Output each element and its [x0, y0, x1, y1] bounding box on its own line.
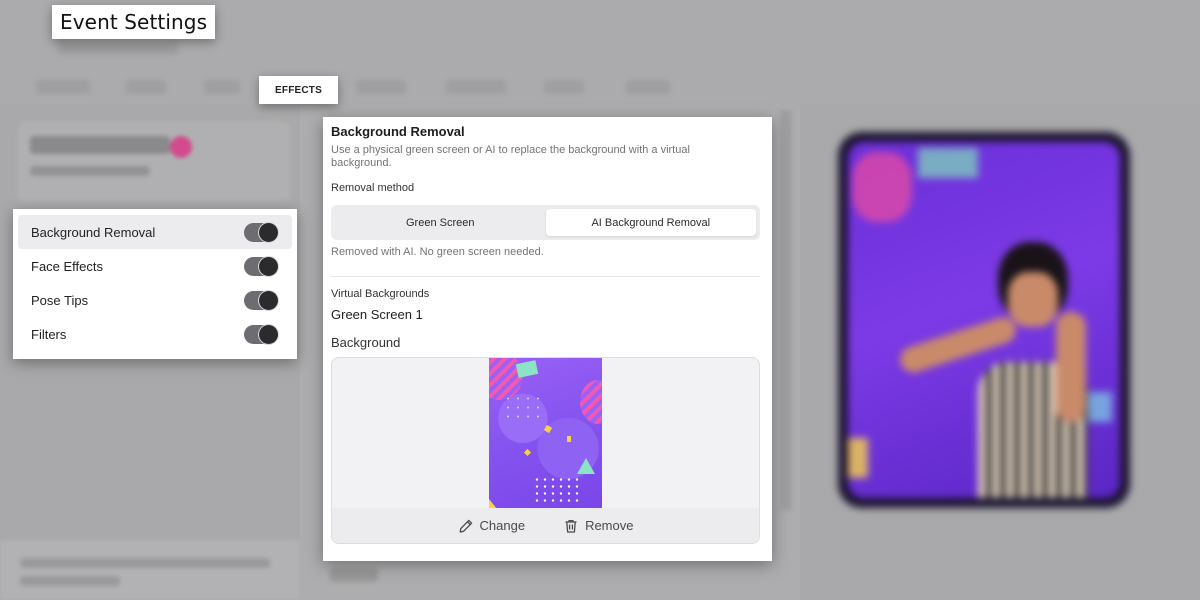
- effect-label: Filters: [31, 326, 67, 342]
- effect-label: Pose Tips: [31, 292, 89, 308]
- change-label: Change: [479, 518, 526, 533]
- removal-method-selector: Green Screen AI Background Removal: [331, 205, 760, 240]
- background-thumbnail: [489, 358, 602, 509]
- tab-placeholder: [36, 80, 90, 94]
- change-button[interactable]: Change: [458, 518, 526, 534]
- method-ai-background-removal[interactable]: AI Background Removal: [545, 209, 756, 236]
- removal-method-label: Removal method: [331, 182, 415, 194]
- page-title: Event Settings: [60, 10, 208, 34]
- divider: [331, 276, 760, 277]
- tab-placeholder: [626, 80, 670, 94]
- tab-placeholder: [446, 80, 506, 94]
- effect-row-filters[interactable]: Filters: [18, 317, 292, 351]
- background-removal-panel: Background Removal Use a physical green …: [323, 117, 772, 561]
- preview-person: [888, 222, 1098, 498]
- left-footer: [0, 540, 300, 600]
- effect-row-background-removal[interactable]: Background Removal: [18, 215, 292, 249]
- effect-label: Face Effects: [31, 258, 104, 274]
- remove-label: Remove: [585, 518, 634, 533]
- background-actions: Change Remove: [332, 508, 759, 543]
- background-removal-toggle[interactable]: [244, 222, 278, 242]
- page-title-card: Event Settings: [52, 5, 216, 39]
- tab-placeholder: [544, 80, 584, 94]
- tab-placeholder: [126, 80, 166, 94]
- tab-effects[interactable]: EFFECTS: [259, 76, 338, 104]
- method-helper-text: Removed with AI. No green screen needed.: [331, 246, 544, 258]
- brand-dot-icon: [170, 136, 192, 158]
- filters-toggle[interactable]: [244, 324, 278, 344]
- brand-panel: [18, 122, 290, 202]
- tab-placeholder: [356, 80, 406, 94]
- background-label: Background: [331, 335, 401, 350]
- face-effects-toggle[interactable]: [244, 256, 278, 276]
- effect-label: Background Removal: [31, 224, 156, 240]
- virtual-background-name: Green Screen 1: [331, 307, 423, 322]
- phone-preview: [838, 132, 1130, 508]
- scrollbar: [780, 110, 792, 510]
- tab-placeholder: [204, 80, 240, 94]
- trash-icon: [565, 519, 577, 533]
- effect-row-face-effects[interactable]: Face Effects: [18, 249, 292, 283]
- remove-button[interactable]: Remove: [563, 518, 633, 534]
- virtual-backgrounds-label: Virtual Backgrounds: [331, 288, 430, 300]
- effect-row-pose-tips[interactable]: Pose Tips: [18, 283, 292, 317]
- background-image-box: Change Remove: [331, 357, 760, 544]
- effects-list: Background Removal Face Effects Pose Tip…: [13, 209, 297, 359]
- method-green-screen[interactable]: Green Screen: [335, 209, 546, 236]
- pose-tips-toggle[interactable]: [244, 290, 278, 310]
- subtitle-placeholder: [58, 42, 178, 54]
- section-title: Background Removal: [331, 124, 465, 139]
- section-description: Use a physical green screen or AI to rep…: [331, 144, 690, 169]
- pencil-icon: [459, 519, 472, 533]
